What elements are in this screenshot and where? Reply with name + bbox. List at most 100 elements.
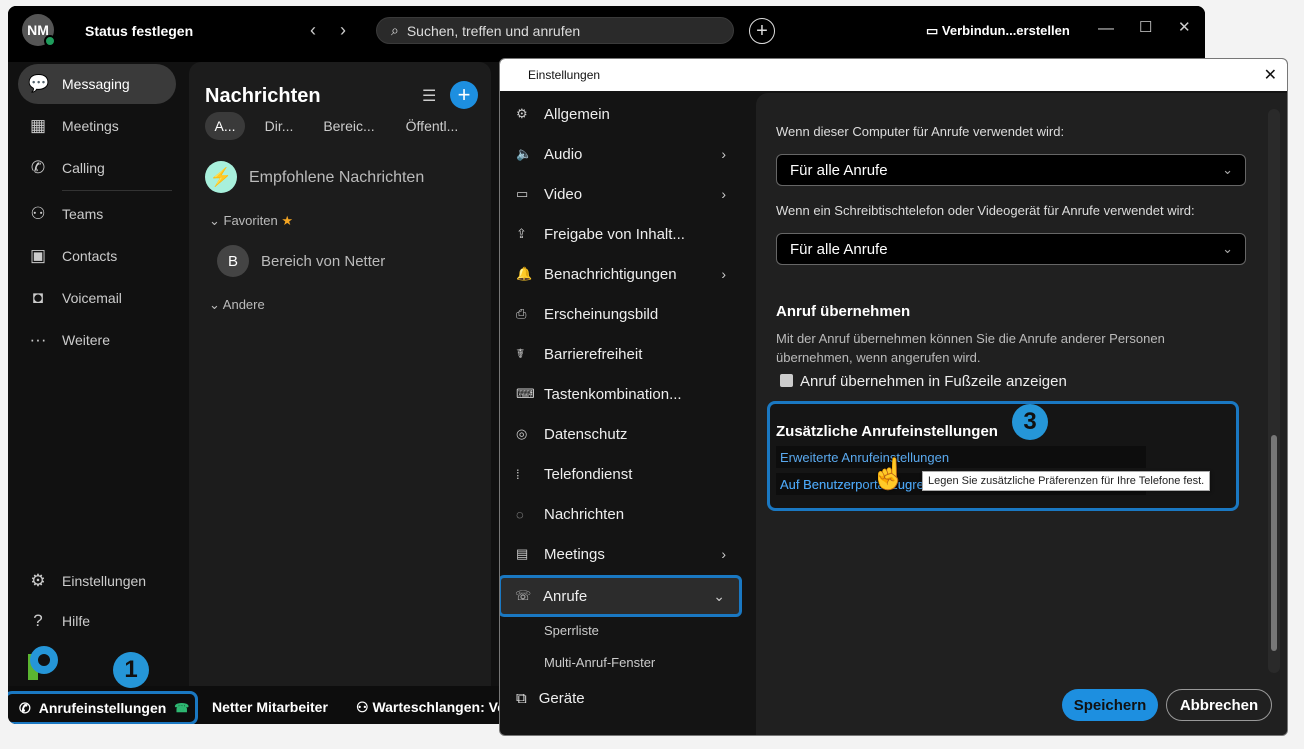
dialog-close-button[interactable]: ✕ xyxy=(1264,65,1277,85)
recommended-messages[interactable]: Empfohlene Nachrichten xyxy=(249,169,424,187)
sidebar-item-teams[interactable]: ⚇ Teams xyxy=(18,194,176,234)
help-icon: ? xyxy=(33,611,43,630)
settings-nav-devices[interactable]: ⧉ Geräte xyxy=(512,679,740,717)
step-badge-1: 1 xyxy=(113,652,149,688)
label: Audio xyxy=(544,145,583,163)
settings-nav-audio[interactable]: 🔈 Audio › xyxy=(512,135,740,173)
label: Geräte xyxy=(538,689,585,707)
hand-cursor-icon: ☝ xyxy=(870,458,908,491)
label: Video xyxy=(544,185,583,203)
bell-icon: 🔔 xyxy=(516,266,533,281)
computer-label: Wenn dieser Computer für Anrufe verwende… xyxy=(776,124,1065,139)
settings-nav-tastenkombination-[interactable]: ⌨ Tastenkombination... xyxy=(512,375,740,413)
additional-title: Zusätzliche Anrufeinstellungen xyxy=(776,423,998,440)
sidebar-item-meetings[interactable]: ▦ Meetings xyxy=(18,106,176,146)
settings-nav-meetings[interactable]: ▤ Meetings › xyxy=(512,535,740,573)
settings-nav-nachrichten[interactable]: ◌ Nachrichten xyxy=(512,495,740,533)
chevron-right-icon: › xyxy=(721,186,726,202)
devices-icon: ⧉ xyxy=(516,689,527,707)
calendar-icon: ▤ xyxy=(516,546,529,561)
pickup-checkbox[interactable] xyxy=(780,374,793,387)
calendar-icon: ▦ xyxy=(29,116,47,135)
label: Anrufe xyxy=(543,587,588,605)
settings-nav-freigabe-von-inhalt-[interactable]: ⇪ Freigabe von Inhalt... xyxy=(512,215,740,253)
call-status-icon: ☎ xyxy=(174,701,190,715)
chevron-down-icon: ⌄ xyxy=(209,297,223,312)
settings-nav-benachrichtigungen[interactable]: 🔔 Benachrichtigungen › xyxy=(512,255,740,293)
close-button[interactable]: ✕ xyxy=(1178,18,1191,36)
sidebar-item-contacts[interactable]: ▣ Contacts xyxy=(18,236,176,276)
settings-nav-video[interactable]: ▭ Video › xyxy=(512,175,740,213)
label: Erscheinungsbild xyxy=(544,305,659,323)
space-item[interactable]: Bereich von Netter xyxy=(261,253,385,270)
settings-nav-datenschutz[interactable]: ◎ Datenschutz xyxy=(512,415,740,453)
title-bar: NM Status festlegen ‹ › ⌕ Suchen, treffen… xyxy=(8,6,1205,62)
panel-title: Nachrichten xyxy=(205,85,321,107)
more-icon: ··· xyxy=(29,330,47,349)
subnav-blocklist[interactable]: Sperrliste xyxy=(544,623,599,638)
queues-button[interactable]: ⚇ Warteschlangen: Ve xyxy=(356,699,505,716)
sidebar-item-more[interactable]: ··· Weitere xyxy=(18,320,176,360)
settings-nav-allgemein[interactable]: ⚙ Allgemein xyxy=(512,95,740,133)
other-section[interactable]: ⌄ Andere xyxy=(209,297,265,313)
privacy-icon: ◎ xyxy=(516,426,528,441)
set-status-button[interactable]: Status festlegen xyxy=(85,23,193,39)
settings-nav-telefondienst[interactable]: ⁞ Telefondienst xyxy=(512,455,740,493)
settings-nav-barrierefreiheit[interactable]: ☤ Barrierefreiheit xyxy=(512,335,740,373)
filter-icon[interactable]: ☰ xyxy=(422,86,436,106)
star-icon: ★ xyxy=(277,213,293,228)
subnav-multi-call-window[interactable]: Multi-Anruf-Fenster xyxy=(544,655,655,670)
label: Telefondienst xyxy=(544,465,633,483)
tab-public[interactable]: Öffentl... xyxy=(401,112,463,140)
lightning-icon: ⚡ xyxy=(205,161,237,193)
voicemail-icon: ◘ xyxy=(32,288,44,307)
sidebar-item-messaging[interactable]: 💬 Messaging xyxy=(18,64,176,104)
minimize-button[interactable]: — xyxy=(1098,20,1114,38)
call-settings-button[interactable]: ✆ Anrufeinstellungen ☎ xyxy=(8,691,198,724)
connect-device-button[interactable]: ▭ Verbindun...erstellen xyxy=(926,23,1070,39)
advanced-call-settings-link[interactable]: Erweiterte Anrufeinstellungen xyxy=(776,446,1146,468)
value: Für alle Anrufe xyxy=(790,161,888,179)
scrollbar-thumb[interactable] xyxy=(1271,435,1277,651)
computer-calls-select[interactable]: Für alle Anrufe ⌄ xyxy=(776,154,1246,186)
label: Allgemein xyxy=(544,105,610,123)
company-logo xyxy=(28,646,58,680)
label: Tastenkombination... xyxy=(544,385,682,403)
cancel-button[interactable]: Abbrechen xyxy=(1166,689,1272,721)
phone-icon: ✆ xyxy=(30,158,46,177)
video-icon: ▭ xyxy=(516,186,529,201)
label: Benachrichtigungen xyxy=(544,265,677,283)
sidebar-item-voicemail[interactable]: ◘ Voicemail xyxy=(18,278,176,318)
tab-all[interactable]: A... xyxy=(205,112,245,140)
settings-nav-erscheinungsbild[interactable]: ⎙ Erscheinungsbild xyxy=(512,295,740,333)
settings-dialog: Einstellungen ✕ ⚙ Allgemein 🔈 Audio › ▭ Video ›… xyxy=(499,58,1288,736)
label: Voicemail xyxy=(62,290,122,306)
add-icon[interactable]: + xyxy=(749,18,775,44)
people-icon: ⚇ xyxy=(30,204,46,223)
chevron-right-icon: › xyxy=(721,146,726,162)
forward-arrow-icon[interactable]: › xyxy=(340,20,346,41)
favorites-section[interactable]: ⌄ Favoriten ★ xyxy=(209,213,293,229)
save-button[interactable]: Speichern xyxy=(1062,689,1158,721)
chevron-down-icon: ⌄ xyxy=(1222,241,1233,256)
dialog-title-bar: Einstellungen xyxy=(500,59,1287,91)
user-name[interactable]: Netter Mitarbeiter xyxy=(212,699,328,715)
maximize-button[interactable]: ☐ xyxy=(1139,18,1152,36)
settings-nav-anrufe[interactable]: ☏ Anrufe ⌄ xyxy=(500,575,742,617)
scrollbar[interactable] xyxy=(1268,109,1280,673)
pickup-checkbox-label[interactable]: Anruf übernehmen in Fußzeile anzeigen xyxy=(800,373,1067,390)
desk-phone-calls-select[interactable]: Für alle Anrufe ⌄ xyxy=(776,233,1246,265)
search-input[interactable]: ⌕ Suchen, treffen und anrufen xyxy=(376,17,734,44)
sidebar-item-help[interactable]: ? Hilfe xyxy=(18,601,176,641)
sidebar-item-calling[interactable]: ✆ Calling xyxy=(18,148,176,188)
label: Messaging xyxy=(62,76,130,92)
share-icon: ⇪ xyxy=(516,226,527,241)
tab-spaces[interactable]: Bereic... xyxy=(319,112,379,140)
chat-icon: ◌ xyxy=(516,506,524,522)
pickup-title: Anruf übernehmen xyxy=(776,303,911,320)
new-message-button[interactable]: + xyxy=(450,81,478,109)
tab-direct[interactable]: Dir... xyxy=(259,112,299,140)
sidebar-item-settings[interactable]: ⚙ Einstellungen xyxy=(18,561,176,601)
back-arrow-icon[interactable]: ‹ xyxy=(310,20,316,41)
search-placeholder: Suchen, treffen und anrufen xyxy=(406,22,581,39)
